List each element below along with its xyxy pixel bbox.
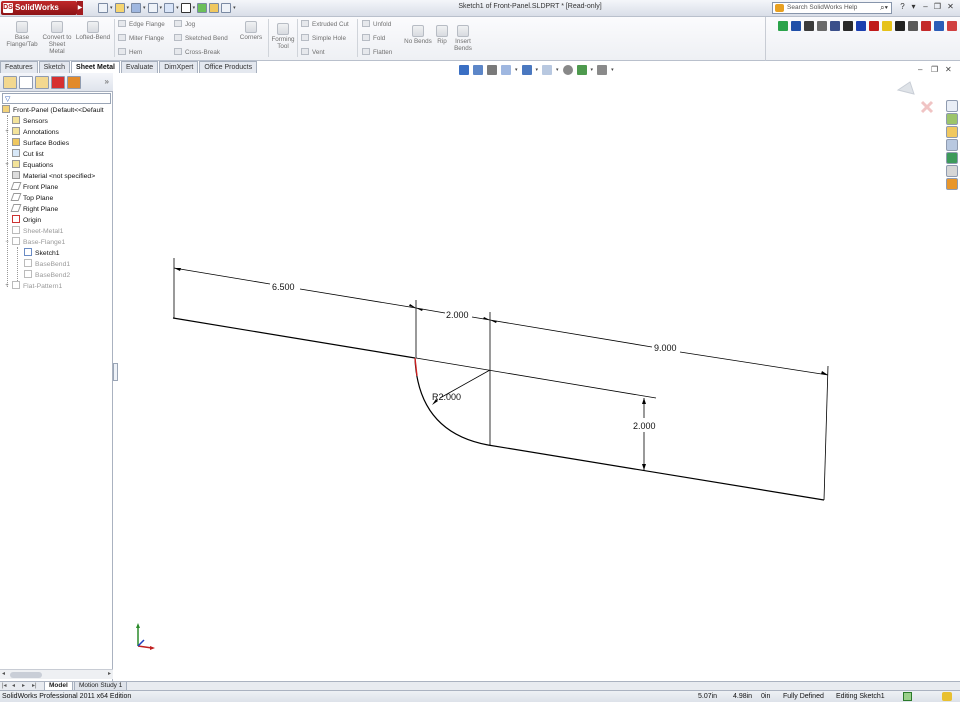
dimension-radius[interactable]: R2.000 <box>432 392 461 402</box>
accept-sketch-icon[interactable] <box>896 81 915 95</box>
editing-mode-text: Editing Sketch1 <box>836 693 885 700</box>
rebuild-status-icon[interactable] <box>942 692 952 701</box>
y-axis-arrow-icon <box>136 623 140 628</box>
dimension-6-5[interactable]: 6.500 <box>272 282 295 292</box>
sketch-geometry[interactable] <box>172 317 825 501</box>
first-tab-icon[interactable]: |◂ <box>2 682 7 689</box>
coordinate-triad <box>136 623 155 650</box>
sketch-line-bottom-flange[interactable] <box>487 444 825 501</box>
exit-sketch-icon[interactable] <box>920 100 934 114</box>
dimension-lines <box>173 258 829 501</box>
cursor-x-readout: 5.07in <box>698 693 718 700</box>
cursor-z-readout: 0in <box>761 693 771 700</box>
sketch-line-top-flange[interactable] <box>172 317 416 359</box>
confirmation-corner[interactable] <box>896 81 934 114</box>
status-bar: SolidWorks Professional 2011 x64 Edition… <box>0 690 960 702</box>
sketch-status-text: Fully Defined <box>783 693 824 700</box>
z-axis-line <box>137 639 145 647</box>
dimension-arrows <box>174 268 828 470</box>
edition-text: SolidWorks Professional 2011 x64 Edition <box>2 693 132 700</box>
x-axis-line <box>137 645 153 649</box>
bottom-tab-bar: |◂ ◂ ▸ ▸| Model Motion Study 1 <box>0 681 960 691</box>
x-axis-arrow-icon <box>150 646 155 650</box>
dimension-2-0-width[interactable]: 2.000 <box>446 310 469 320</box>
graphics-area[interactable]: 6.500 2.000 9.000 R2.000 2.000 <box>0 0 960 702</box>
cursor-y-readout: 4.98in <box>733 693 753 700</box>
dimension-2-0-height[interactable]: 2.000 <box>633 421 656 431</box>
dimension-labels: 6.500 2.000 9.000 R2.000 2.000 <box>272 282 677 431</box>
last-tab-icon[interactable]: ▸| <box>32 682 37 689</box>
quick-tips-icon[interactable] <box>903 692 912 701</box>
next-tab-icon[interactable]: ▸ <box>22 682 25 689</box>
previous-tab-icon[interactable]: ◂ <box>12 682 15 689</box>
dimension-9-0[interactable]: 9.000 <box>654 343 677 353</box>
